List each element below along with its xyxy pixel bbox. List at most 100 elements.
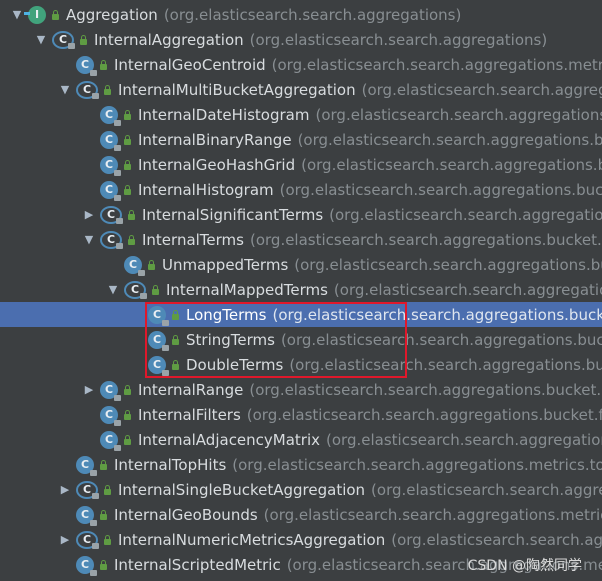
expand-arrow-down-icon[interactable]: ▼ — [82, 233, 96, 247]
class-name: DoubleTerms — [186, 355, 284, 374]
expand-arrow-right-icon[interactable]: ▶ — [82, 208, 96, 222]
abstract-class-icon: C — [52, 30, 75, 49]
package-name: (org.elasticsearch.search.aggregations.b… — [315, 105, 602, 124]
tree-row-internal-geo-centroid[interactable]: C InternalGeoCentroid (org.elasticsearch.s… — [0, 52, 602, 77]
expand-arrow-right-icon[interactable]: ▶ — [58, 533, 72, 547]
tree-row-unmapped-terms[interactable]: C UnmappedTerms (org.elasticsearch.search.… — [0, 252, 602, 277]
package-name: (org.elasticsearch.search.aggregations.b… — [294, 255, 602, 274]
class-name: Aggregation — [66, 5, 158, 24]
class-name: InternalBinaryRange — [138, 130, 292, 149]
public-lock-icon — [150, 284, 160, 295]
public-lock-icon — [98, 509, 108, 520]
class-name: InternalGeoBounds — [114, 505, 258, 524]
class-icon: C — [100, 155, 121, 176]
class-name: InternalMappedTerms — [166, 280, 328, 299]
tree-row-double-terms[interactable]: C DoubleTerms (org.elasticsearch.search.ag… — [0, 352, 602, 377]
class-icon: C — [76, 55, 97, 76]
package-name: (org.elasticsearch.search.aggregations.b… — [279, 180, 602, 199]
class-name: InternalMultiBucketAggregation — [118, 80, 356, 99]
interface-icon: I — [24, 5, 46, 24]
package-name: (org.elasticsearch.search.aggregations.b… — [246, 405, 602, 424]
package-name: (org.elasticsearch.search.aggregations.b… — [249, 230, 602, 249]
class-name: InternalAggregation — [94, 30, 244, 49]
class-name: InternalSingleBucketAggregation — [118, 480, 366, 499]
package-name: (org.elasticsearch.search.aggregations.b… — [249, 380, 602, 399]
class-icon: C — [100, 430, 121, 451]
public-lock-icon — [122, 409, 132, 420]
public-lock-icon — [122, 384, 132, 395]
package-name: (org.elasticsearch.search.aggregations) — [249, 30, 548, 49]
public-lock-icon — [78, 34, 88, 45]
tree-row-internal-multi-bucket-aggregation[interactable]: ▼ C InternalMultiBucketAggregation (org.ela… — [0, 77, 602, 102]
public-lock-icon — [102, 534, 112, 545]
public-lock-icon — [102, 84, 112, 95]
tree-row-long-terms[interactable]: C LongTerms (org.elasticsearch.search.aggr… — [0, 302, 602, 327]
package-name: (org.elasticsearch.search.aggregations.b… — [280, 330, 602, 349]
tree-row-internal-geo-bounds[interactable]: C InternalGeoBounds (org.elasticsearch.sea… — [0, 502, 602, 527]
tree-row-internal-date-histogram[interactable]: C InternalDateHistogram (org.elasticsearch… — [0, 102, 602, 127]
public-lock-icon — [170, 334, 180, 345]
class-name: InternalHistogram — [138, 180, 274, 199]
public-lock-icon — [170, 359, 180, 370]
class-icon: C — [76, 455, 97, 476]
package-name: (org.elasticsearch.search.aggregations.m… — [232, 455, 602, 474]
package-name: (org.elasticsearch.search.aggregations.b… — [333, 280, 602, 299]
class-name: InternalRange — [138, 380, 244, 399]
csdn-watermark: CSDN @陶然同学 — [467, 558, 582, 574]
package-name: (org.elasticsearch.search.aggregations) — [361, 80, 602, 99]
abstract-class-icon: C — [76, 80, 99, 99]
class-icon: C — [124, 255, 145, 276]
class-name: InternalTopHits — [114, 455, 227, 474]
class-icon: C — [100, 380, 121, 401]
class-name: InternalSignificantTerms — [142, 205, 324, 224]
tree-row-internal-top-hits[interactable]: C InternalTopHits (org.elasticsearch.searc… — [0, 452, 602, 477]
package-name: (org.elasticsearch.search.aggregations.m… — [271, 55, 602, 74]
class-name: InternalGeoHashGrid — [138, 155, 296, 174]
class-name: InternalGeoCentroid — [114, 55, 266, 74]
public-lock-icon — [122, 109, 132, 120]
public-lock-icon — [102, 484, 112, 495]
package-name: (org.elasticsearch.search.aggregations.b… — [289, 355, 602, 374]
public-lock-icon — [50, 9, 60, 20]
tree-row-string-terms[interactable]: C StringTerms (org.elasticsearch.search.ag… — [0, 327, 602, 352]
package-name: (org.elasticsearch.search.aggregations.b… — [371, 480, 602, 499]
tree-row-aggregation[interactable]: ▼ I Aggregation (org.elasticsearch.search.a… — [0, 2, 602, 27]
abstract-class-icon: C — [76, 530, 99, 549]
abstract-class-icon: C — [100, 230, 123, 249]
expand-arrow-right-icon[interactable]: ▶ — [82, 383, 96, 397]
package-name: (org.elasticsearch.search.aggregations.b… — [301, 155, 602, 174]
tree-row-internal-aggregation[interactable]: ▼ C InternalAggregation (org.elasticsearch.… — [0, 27, 602, 52]
abstract-class-icon: C — [124, 280, 147, 299]
public-lock-icon — [170, 309, 180, 320]
tree-row-internal-numeric-metrics-aggregation[interactable]: ▶ C InternalNumericMetricsAggregation (org.… — [0, 527, 602, 552]
tree-row-internal-filters[interactable]: C InternalFilters (org.elasticsearch.searc… — [0, 402, 602, 427]
expand-arrow-down-icon[interactable]: ▼ — [58, 83, 72, 97]
public-lock-icon — [126, 209, 136, 220]
tree-row-internal-adjacency-matrix[interactable]: C InternalAdjacencyMatrix (org.elasticsear… — [0, 427, 602, 452]
tree-row-internal-single-bucket-aggregation[interactable]: ▶ C InternalSingleBucketAggregation (org.el… — [0, 477, 602, 502]
expand-arrow-right-icon[interactable]: ▶ — [58, 483, 72, 497]
public-lock-icon — [98, 559, 108, 570]
tree-row-internal-range[interactable]: ▶ C InternalRange (org.elasticsearch.search… — [0, 377, 602, 402]
tree-row-internal-significant-terms[interactable]: ▶ C InternalSignificantTerms (org.elasticse… — [0, 202, 602, 227]
tree-row-internal-geo-hash-grid[interactable]: C InternalGeoHashGrid (org.elasticsearch.s… — [0, 152, 602, 177]
expand-arrow-down-icon[interactable]: ▼ — [106, 283, 120, 297]
expand-arrow-down-icon[interactable]: ▼ — [34, 33, 48, 47]
tree-row-internal-terms[interactable]: ▼ C InternalTerms (org.elasticsearch.search… — [0, 227, 602, 252]
class-name: UnmappedTerms — [162, 255, 289, 274]
abstract-class-icon: C — [76, 480, 99, 499]
class-icon: C — [148, 305, 169, 326]
abstract-class-icon: C — [100, 205, 123, 224]
public-lock-icon — [122, 434, 132, 445]
class-name: InternalAdjacencyMatrix — [138, 430, 321, 449]
package-name: (org.elasticsearch.search.aggregations) — [163, 5, 462, 24]
class-icon: C — [100, 180, 121, 201]
package-name: (org.elasticsearch.search.aggregations.b… — [272, 305, 602, 324]
tree-row-internal-mapped-terms[interactable]: ▼ C InternalMappedTerms (org.elasticsearch.… — [0, 277, 602, 302]
public-lock-icon — [98, 459, 108, 470]
class-icon: C — [100, 105, 121, 126]
class-name: InternalFilters — [138, 405, 241, 424]
tree-row-internal-histogram[interactable]: C InternalHistogram (org.elasticsearch.sea… — [0, 177, 602, 202]
tree-row-internal-binary-range[interactable]: C InternalBinaryRange (org.elasticsearch.s… — [0, 127, 602, 152]
expand-arrow-down-icon[interactable]: ▼ — [10, 8, 24, 22]
